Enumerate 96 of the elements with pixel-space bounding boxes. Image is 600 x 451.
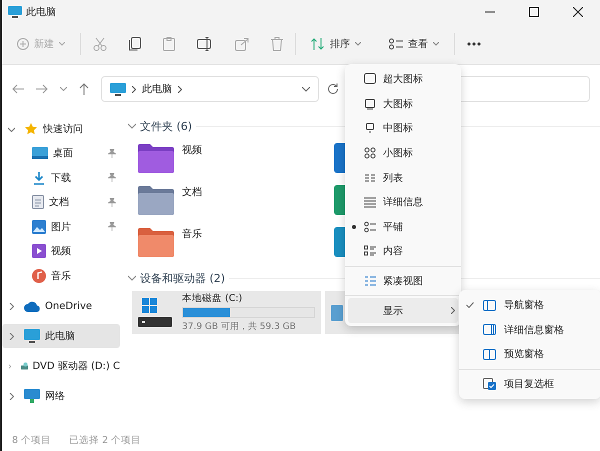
up-arrow-icon[interactable] — [79, 83, 89, 95]
chevron-right-icon[interactable] — [8, 302, 15, 310]
chevron-right-icon[interactable] — [8, 362, 12, 370]
folder-item[interactable]: 音乐 — [138, 227, 334, 259]
view-option-icon — [364, 196, 376, 208]
video-icon — [32, 244, 46, 258]
sidebar-item[interactable]: 快速访问 — [2, 117, 120, 141]
delete-icon[interactable] — [271, 37, 283, 51]
sidebar-item[interactable]: 此电脑 — [2, 324, 120, 348]
menu-item[interactable]: 详细信息 — [345, 190, 461, 215]
chevron-right-icon[interactable] — [8, 332, 15, 340]
drive-tile[interactable]: 本地磁盘 (C:) 37.9 GB 可用，共 59.3 GB — [132, 291, 321, 334]
view-option-icon — [364, 245, 376, 258]
music-icon — [32, 268, 46, 283]
menu-item[interactable]: 超大图标 — [345, 67, 461, 92]
breadcrumb-link[interactable]: 此电脑 — [142, 82, 172, 96]
view-option-icon — [364, 147, 376, 160]
back-arrow-icon[interactable] — [12, 84, 24, 94]
rename-icon[interactable] — [197, 37, 213, 51]
desktop-icon — [32, 147, 48, 160]
folder-item[interactable]: 文档 — [138, 185, 334, 217]
sidebar-item[interactable]: DVD 驱动器 (D:) C — [2, 354, 120, 378]
address-bar[interactable]: 此电脑 — [101, 76, 319, 102]
caret-icon — [355, 42, 361, 46]
view-option-icon — [364, 98, 376, 110]
sidebar-item[interactable]: 网络 — [2, 384, 120, 408]
chevron-right-icon — [132, 86, 136, 92]
checkbox-icon — [483, 378, 496, 390]
pane-icon — [483, 300, 496, 311]
sidebar-item[interactable]: 图片 — [2, 214, 120, 239]
plus-circle-icon — [17, 38, 29, 50]
drive-space-text: 37.9 GB 可用，共 59.3 GB — [182, 320, 297, 333]
menu-item[interactable]: 项目复选框 — [459, 372, 600, 396]
menu-item[interactable]: 中图标 — [345, 116, 461, 141]
copy-icon[interactable] — [129, 37, 141, 51]
view-icon — [389, 38, 403, 50]
menu-item[interactable]: 导航窗格 — [459, 293, 600, 318]
drive-name: 本地磁盘 (C:) — [182, 292, 244, 305]
section-header: 文件夹 (6) — [140, 118, 192, 134]
folder-item[interactable]: 视频 — [138, 143, 334, 175]
view-option-icon — [364, 122, 376, 134]
view-button[interactable]: 查看 — [386, 33, 442, 55]
sidebar-item[interactable]: 文档 — [2, 190, 120, 214]
sort-button[interactable]: 排序 — [308, 33, 364, 55]
monitor-icon — [110, 82, 126, 96]
download-icon — [32, 170, 46, 185]
sidebar-item[interactable]: OneDrive — [2, 294, 120, 318]
sidebar-item[interactable]: 音乐 — [2, 264, 120, 288]
pane-icon — [483, 324, 496, 336]
chevron-down-icon[interactable] — [128, 275, 136, 281]
menu-item[interactable]: 列表 — [345, 165, 461, 190]
sidebar-item[interactable]: 桌面 — [2, 141, 120, 166]
section-header: 设备和驱动器 (2) — [140, 270, 226, 286]
cloud-icon — [24, 300, 40, 312]
monitor-icon — [24, 329, 40, 343]
view-option-icon — [364, 172, 376, 184]
caret-icon — [433, 42, 439, 46]
forward-arrow-icon[interactable] — [36, 84, 48, 94]
chevron-down-icon[interactable] — [128, 123, 136, 129]
sidebar-item[interactable]: 视频 — [2, 239, 120, 264]
menu-item[interactable]: 平铺 — [345, 214, 461, 240]
network-icon — [24, 389, 40, 403]
menu-item[interactable]: 显示 — [348, 298, 458, 323]
paste-icon[interactable] — [163, 37, 175, 51]
menu-item[interactable]: 预览窗格 — [459, 342, 600, 367]
picture-icon — [32, 220, 46, 234]
chevron-down-icon[interactable] — [8, 126, 15, 132]
star-icon — [24, 122, 38, 136]
menu-item[interactable]: 小图标 — [345, 140, 461, 166]
window-title: 此电脑 — [26, 6, 56, 19]
caret-icon — [59, 42, 65, 46]
menu-item[interactable]: 详细信息窗格 — [459, 318, 600, 342]
menu-item[interactable]: 大图标 — [345, 92, 461, 116]
menu-item[interactable]: 内容 — [345, 239, 461, 264]
maximize-icon — [529, 7, 539, 17]
chevron-right-icon — [451, 307, 455, 314]
menu-item[interactable]: 紧凑视图 — [345, 268, 461, 294]
chevron-right-icon[interactable] — [8, 392, 15, 400]
more-icon[interactable] — [467, 42, 481, 46]
pane-icon — [483, 348, 496, 360]
sidebar-item[interactable]: 下载 — [2, 166, 120, 190]
view-option-icon — [364, 275, 376, 288]
view-option-icon — [364, 220, 376, 233]
document-icon — [32, 195, 44, 210]
selection-count: 已选择 2 个项目 — [69, 434, 142, 446]
share-icon[interactable] — [235, 37, 249, 51]
cut-icon[interactable] — [93, 37, 107, 51]
chevron-right-icon — [178, 86, 182, 92]
refresh-button[interactable] — [325, 81, 341, 97]
view-option-icon — [364, 73, 376, 86]
monitor-icon — [8, 6, 22, 18]
close-icon — [573, 7, 583, 17]
chevron-down-icon[interactable] — [302, 86, 310, 92]
item-count: 8 个项目 — [12, 434, 52, 446]
sort-arrows-icon — [311, 38, 325, 50]
chevron-down-icon[interactable] — [60, 87, 67, 91]
